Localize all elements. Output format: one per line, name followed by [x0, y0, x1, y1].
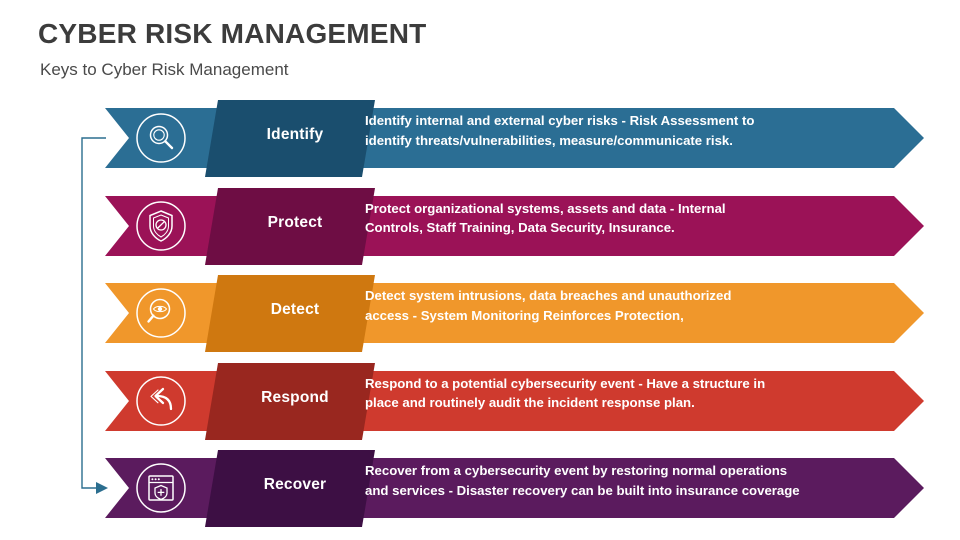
- reply-arrow-icon: [135, 375, 187, 427]
- process-steps-list: Identify Identify internal and external c…: [0, 0, 960, 540]
- step-label: Detect: [270, 301, 320, 318]
- step-description-line: identify threats/vulnerabilities, measur…: [365, 132, 733, 148]
- step-description: Recover from a cybersecurity event by re…: [365, 461, 840, 500]
- step-label: Protect: [267, 213, 323, 231]
- process-step-row[interactable]: Detect Detect system intrusions, data bre…: [60, 275, 924, 363]
- step-label: Identify: [266, 126, 324, 143]
- step-description: Detect system intrusions, data breaches …: [365, 286, 840, 325]
- step-label: Respond: [261, 388, 329, 406]
- slide-canvas: CYBER RISK MANAGEMENT Keys to Cyber Risk…: [0, 0, 960, 540]
- process-step-row[interactable]: Identify Identify internal and external c…: [60, 100, 924, 188]
- step-description: Respond to a potential cybersecurity eve…: [365, 374, 840, 413]
- step-description-line: Protect organizational systems, assets a…: [365, 200, 726, 216]
- process-step-row[interactable]: Respond Respond to a potential cybersecur…: [60, 362, 924, 451]
- step-label: Recover: [263, 476, 327, 493]
- shield-check-icon: [135, 200, 187, 252]
- magnifier-eye-icon: [135, 287, 187, 339]
- step-description-line: Detect system intrusions, data breaches …: [365, 288, 732, 303]
- step-description-line: Respond to a potential cybersecurity eve…: [365, 375, 766, 391]
- process-step-row[interactable]: Recover Recover from a cybersecurity even…: [60, 450, 924, 538]
- step-description-line: and services - Disaster recovery can be …: [365, 482, 800, 498]
- step-description-line: Recover from a cybersecurity event by re…: [365, 463, 788, 478]
- step-description-line: Controls, Staff Training, Data Security,…: [365, 220, 675, 235]
- step-description-line: access - System Monitoring Reinforces Pr…: [365, 307, 684, 323]
- step-description: Identify internal and external cyber ris…: [365, 111, 840, 150]
- step-description-line: Identify internal and external cyber ris…: [365, 113, 755, 128]
- process-step-row[interactable]: Protect Protect organizational systems, a…: [60, 187, 924, 276]
- magnifier-icon: [135, 112, 187, 164]
- step-description-line: place and routinely audit the incident r…: [365, 395, 695, 410]
- window-shield-icon: [135, 462, 187, 514]
- step-description: Protect organizational systems, assets a…: [365, 199, 840, 238]
